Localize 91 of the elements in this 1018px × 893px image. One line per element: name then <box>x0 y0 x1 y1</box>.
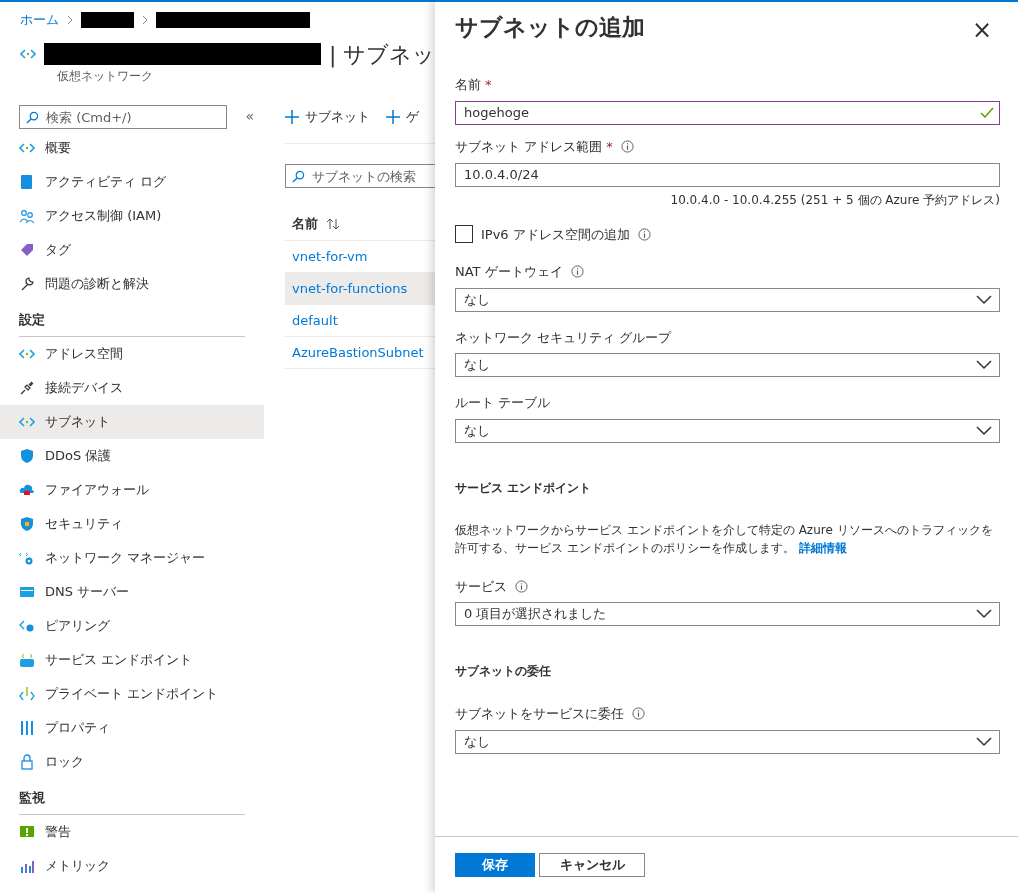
add-button[interactable]: サブネット <box>285 106 370 127</box>
chart-icon <box>19 858 35 874</box>
plus-icon <box>386 109 400 124</box>
add-button[interactable]: ゲ <box>386 106 419 127</box>
nav-item[interactable]: サブネット <box>0 405 264 439</box>
panel-title: サブネットの追加 <box>455 13 645 42</box>
nav-item[interactable]: 接続デバイス <box>0 371 264 405</box>
sort-icon[interactable] <box>326 218 340 230</box>
chevron-right-icon <box>142 14 148 25</box>
section-heading: サブネットの委任 <box>455 663 552 680</box>
people-icon <box>19 208 35 224</box>
cancel-button[interactable]: キャンセル <box>539 853 645 877</box>
chevron-down-icon <box>976 360 992 370</box>
info-icon[interactable] <box>632 707 645 721</box>
chevron-down-icon <box>976 294 992 305</box>
checkbox-label: IPv6 アドレス空間の追加 <box>481 225 630 244</box>
plus-icon <box>285 109 299 124</box>
plug-icon <box>19 380 35 396</box>
checkmark-icon <box>980 107 994 118</box>
info-icon[interactable] <box>620 139 634 153</box>
search-field[interactable]: 検索 (Cmd+/) <box>19 105 228 129</box>
description-text: 仮想ネットワークからサービス エンドポイントを介して特定の Azure リソースへのトラフィックを許可する、サービス エンドポイントのポリシーを作成します。 詳細情報 <box>455 521 994 557</box>
save-button[interactable]: 保存 <box>455 853 535 877</box>
field-label: 名前 <box>455 75 481 94</box>
chevron-down-icon <box>976 425 992 436</box>
nav-item[interactable]: セキュリティ <box>0 507 264 541</box>
dropdown[interactable]: 0 項目が選択されました <box>455 602 1000 626</box>
required-mark: * <box>485 75 492 94</box>
redaction-bar <box>81 11 134 28</box>
nav-item[interactable]: DDoS 保護 <box>0 439 264 473</box>
search-field[interactable]: サブネットの検索 <box>285 164 435 188</box>
field-label: サブネットをサービスに委任 <box>455 705 624 723</box>
nav-item[interactable]: ピアリング <box>0 609 264 643</box>
section-heading: サービス エンドポイント <box>455 479 593 497</box>
info-icon[interactable] <box>637 227 651 241</box>
server-icon <box>19 584 35 600</box>
chevron-right-icon <box>67 14 73 25</box>
lock-icon <box>19 754 35 770</box>
close-button[interactable]: × <box>971 18 992 42</box>
alert-icon <box>19 824 35 840</box>
field-label: ネットワーク セキュリティ グループ <box>455 328 672 347</box>
nav-item[interactable]: メトリック <box>0 849 264 883</box>
info-icon[interactable] <box>570 265 584 279</box>
breadcrumb-link[interactable]: ホーム <box>20 10 59 30</box>
wrench-icon <box>19 276 35 292</box>
dropdown[interactable]: なし <box>455 287 1000 312</box>
nav-item[interactable]: 概要 <box>0 131 264 165</box>
page-title: | サブネッ <box>329 40 435 70</box>
address-range-hint: 10.0.4.0 - 10.0.4.255 (251 + 5 個の Azure 予約アドレス) <box>670 191 1000 209</box>
text-field[interactable]: 10.0.4.0/24 <box>455 162 1000 187</box>
nav-item[interactable]: ロック <box>0 745 264 779</box>
search-icon <box>292 169 305 183</box>
dropdown[interactable]: なし <box>455 729 1000 754</box>
field-label: サブネット アドレス範囲 <box>455 137 603 156</box>
nav-item[interactable]: アクティビティ ログ <box>0 165 264 199</box>
chevron-down-icon <box>976 736 992 747</box>
bars-icon <box>19 720 35 736</box>
dropdown[interactable]: なし <box>455 418 1000 443</box>
nav-item[interactable]: ファイアウォール <box>0 473 264 507</box>
text-field[interactable]: hogehoge <box>455 100 1000 125</box>
table-row[interactable]: vnet-for-functions <box>285 273 435 305</box>
nav-item[interactable]: プロパティ <box>0 711 264 745</box>
shield-icon <box>19 516 35 532</box>
tag-icon <box>19 242 35 258</box>
resource-type: 仮想ネットワーク <box>56 67 154 85</box>
nav-item[interactable]: プライベート エンドポイント <box>0 677 264 711</box>
field-label: NAT ゲートウェイ <box>455 263 563 281</box>
chevron-down-icon <box>976 609 992 619</box>
section-heading: 設定 <box>19 312 45 327</box>
nav-item[interactable]: ネットワーク マネージャー <box>0 541 264 575</box>
field-label: ルート テーブル <box>455 394 551 412</box>
field-label: サービス <box>455 577 507 596</box>
shield-icon <box>19 448 35 464</box>
nav-item[interactable]: サービス エンドポイント <box>0 643 264 677</box>
nav-item[interactable]: タグ <box>0 233 264 267</box>
nav-item[interactable]: 警告 <box>0 815 264 849</box>
cloud-icon <box>19 482 35 498</box>
collapse-button[interactable]: « <box>245 106 254 128</box>
required-mark: * <box>606 137 613 156</box>
checkbox[interactable] <box>455 225 473 244</box>
nav-item[interactable]: アクセス制御 (IAM) <box>0 199 264 233</box>
dropdown[interactable]: なし <box>455 353 1000 377</box>
section-heading: 監視 <box>19 790 45 805</box>
search-icon <box>26 110 39 124</box>
column-header[interactable]: 名前 <box>292 214 318 234</box>
book-icon <box>19 174 35 190</box>
nav-item[interactable]: DNS サーバー <box>0 575 264 609</box>
nav-item[interactable]: 問題の診断と解決 <box>0 267 264 301</box>
learn-more-link[interactable]: 詳細情報 <box>798 540 847 555</box>
info-icon[interactable] <box>515 579 528 593</box>
nav-item[interactable]: アドレス空間 <box>0 337 264 371</box>
